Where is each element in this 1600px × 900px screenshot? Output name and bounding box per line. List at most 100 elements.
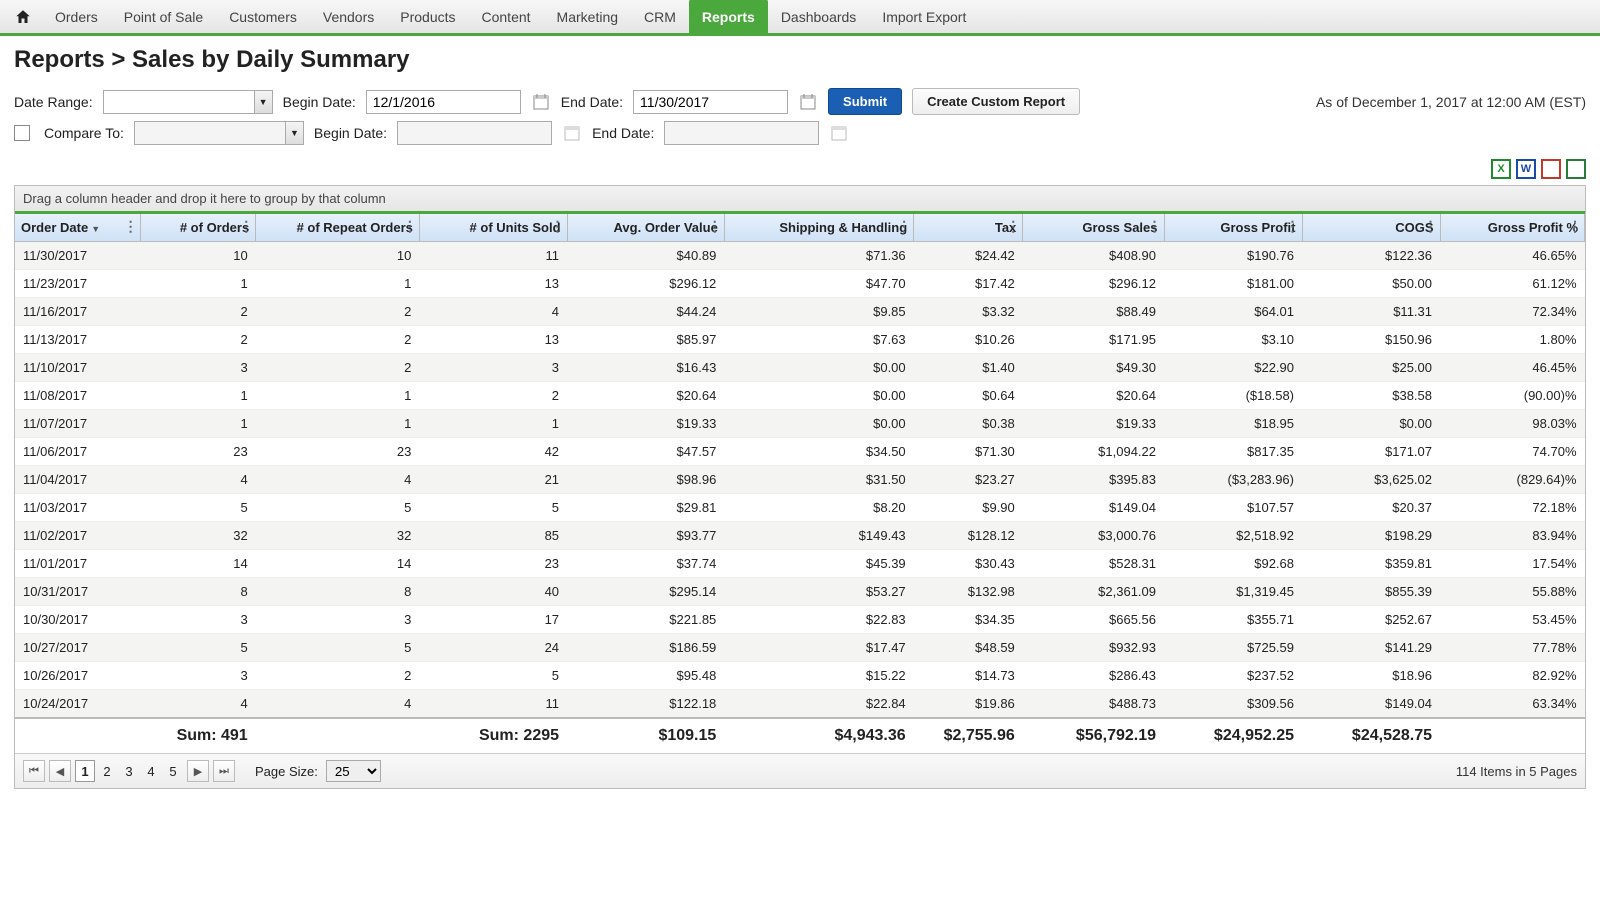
- nav-tab-crm[interactable]: CRM: [631, 0, 689, 35]
- cell-tax: $34.35: [914, 606, 1023, 634]
- nav-tab-content[interactable]: Content: [469, 0, 544, 35]
- cell-gprofit: $18.95: [1164, 410, 1302, 438]
- begin-date-input[interactable]: [366, 90, 521, 114]
- page-size-select[interactable]: 25: [326, 760, 381, 782]
- cell-cogs: $122.36: [1302, 242, 1440, 270]
- table-row[interactable]: 11/06/2017232342$47.57$34.50$71.30$1,094…: [15, 438, 1585, 466]
- cell-date: 10/30/2017: [15, 606, 140, 634]
- create-custom-report-button[interactable]: Create Custom Report: [912, 88, 1080, 115]
- cell-repeat: 4: [256, 690, 420, 719]
- column-menu-icon[interactable]: ⋮: [403, 219, 416, 233]
- page-2[interactable]: 2: [97, 760, 117, 782]
- column-menu-icon[interactable]: ⋮: [1286, 219, 1299, 233]
- table-row[interactable]: 11/01/2017141423$37.74$45.39$30.43$528.3…: [15, 550, 1585, 578]
- pager-first-icon[interactable]: ⏮: [23, 760, 45, 782]
- cell-gprofit: $107.57: [1164, 494, 1302, 522]
- col-cogs[interactable]: COGS⋮: [1302, 214, 1440, 242]
- pager-last-icon[interactable]: ⏭: [213, 760, 235, 782]
- table-row[interactable]: 10/30/20173317$221.85$22.83$34.35$665.56…: [15, 606, 1585, 634]
- cell-cogs: $855.39: [1302, 578, 1440, 606]
- calendar-icon[interactable]: [531, 92, 551, 112]
- cell-date: 11/13/2017: [15, 326, 140, 354]
- column-menu-icon[interactable]: ⋮: [1568, 219, 1581, 233]
- table-row[interactable]: 11/16/2017224$44.24$9.85$3.32$88.49$64.0…: [15, 298, 1585, 326]
- word-icon[interactable]: W: [1516, 159, 1536, 179]
- table-row[interactable]: 11/10/2017323$16.43$0.00$1.40$49.30$22.9…: [15, 354, 1585, 382]
- home-icon[interactable]: [12, 6, 34, 28]
- column-menu-icon[interactable]: ⋮: [239, 219, 252, 233]
- col-ship[interactable]: Shipping & Handling⋮: [724, 214, 913, 242]
- column-menu-icon[interactable]: ⋮: [124, 219, 137, 233]
- nav-tab-reports[interactable]: Reports: [689, 0, 768, 35]
- filter-row-1: Date Range: ▼ Begin Date: End Date: Subm…: [14, 88, 1586, 115]
- nav-tab-products[interactable]: Products: [387, 0, 468, 35]
- column-menu-icon[interactable]: ⋮: [708, 219, 721, 233]
- end-date-input[interactable]: [633, 90, 788, 114]
- col-orders[interactable]: # of Orders⋮: [140, 214, 256, 242]
- cell-repeat: 14: [256, 550, 420, 578]
- cell-ship: $34.50: [724, 438, 913, 466]
- page-1[interactable]: 1: [75, 760, 95, 782]
- table-row[interactable]: 11/03/2017555$29.81$8.20$9.90$149.04$107…: [15, 494, 1585, 522]
- column-menu-icon[interactable]: ⋮: [1148, 219, 1161, 233]
- date-range-select[interactable]: ▼: [103, 90, 273, 114]
- pager-prev-icon[interactable]: ◀: [49, 760, 71, 782]
- col-gpp[interactable]: Gross Profit %⋮: [1440, 214, 1585, 242]
- compare-checkbox[interactable]: [14, 125, 30, 141]
- begin-date-label: Begin Date:: [283, 94, 356, 110]
- cell-gpp: 74.70%: [1440, 438, 1585, 466]
- nav-tab-dashboards[interactable]: Dashboards: [768, 0, 870, 35]
- col-repeat[interactable]: # of Repeat Orders⋮: [256, 214, 420, 242]
- col-date[interactable]: Order Date▼⋮: [15, 214, 140, 242]
- table-row[interactable]: 10/31/20178840$295.14$53.27$132.98$2,361…: [15, 578, 1585, 606]
- compare-begin-label: Begin Date:: [314, 125, 387, 141]
- table-row[interactable]: 11/08/2017112$20.64$0.00$0.64$20.64($18.…: [15, 382, 1585, 410]
- cell-gpp: 72.34%: [1440, 298, 1585, 326]
- compare-label: Compare To:: [44, 125, 124, 141]
- submit-button[interactable]: Submit: [828, 88, 902, 115]
- nav-tab-customers[interactable]: Customers: [216, 0, 310, 35]
- table-row[interactable]: 11/07/2017111$19.33$0.00$0.38$19.33$18.9…: [15, 410, 1585, 438]
- col-gsales[interactable]: Gross Sales⋮: [1023, 214, 1164, 242]
- table-row[interactable]: 11/23/20171113$296.12$47.70$17.42$296.12…: [15, 270, 1585, 298]
- calendar-icon[interactable]: [798, 92, 818, 112]
- table-row[interactable]: 11/30/2017101011$40.89$71.36$24.42$408.9…: [15, 242, 1585, 270]
- excel-icon[interactable]: X: [1491, 159, 1511, 179]
- table-row[interactable]: 11/13/20172213$85.97$7.63$10.26$171.95$3…: [15, 326, 1585, 354]
- page-5[interactable]: 5: [163, 760, 183, 782]
- table-row[interactable]: 11/02/2017323285$93.77$149.43$128.12$3,0…: [15, 522, 1585, 550]
- col-tax[interactable]: Tax⋮: [914, 214, 1023, 242]
- group-bar[interactable]: Drag a column header and drop it here to…: [15, 186, 1585, 214]
- pdf-icon[interactable]: [1541, 159, 1561, 179]
- column-menu-icon[interactable]: ⋮: [1424, 219, 1437, 233]
- column-menu-icon[interactable]: ⋮: [551, 219, 564, 233]
- cell-avg: $186.59: [567, 634, 724, 662]
- footer-cell: $2,755.96: [914, 718, 1023, 753]
- sort-desc-icon: ▼: [91, 224, 100, 234]
- cell-repeat: 2: [256, 354, 420, 382]
- csv-icon[interactable]: [1566, 159, 1586, 179]
- column-menu-icon[interactable]: ⋮: [1006, 219, 1019, 233]
- chevron-down-icon[interactable]: ▼: [254, 91, 272, 113]
- nav-tab-orders[interactable]: Orders: [42, 0, 111, 35]
- page-3[interactable]: 3: [119, 760, 139, 782]
- cell-units: 85: [419, 522, 567, 550]
- nav-tab-import-export[interactable]: Import Export: [869, 0, 979, 35]
- col-gprofit[interactable]: Gross Profit⋮: [1164, 214, 1302, 242]
- nav-tab-marketing[interactable]: Marketing: [544, 0, 631, 35]
- table-row[interactable]: 10/24/20174411$122.18$22.84$19.86$488.73…: [15, 690, 1585, 719]
- cell-tax: $1.40: [914, 354, 1023, 382]
- cell-units: 5: [419, 662, 567, 690]
- cell-orders: 14: [140, 550, 256, 578]
- pager-next-icon[interactable]: ▶: [187, 760, 209, 782]
- col-units[interactable]: # of Units Sold⋮: [419, 214, 567, 242]
- table-row[interactable]: 10/26/2017325$95.48$15.22$14.73$286.43$2…: [15, 662, 1585, 690]
- table-row[interactable]: 11/04/20174421$98.96$31.50$23.27$395.83(…: [15, 466, 1585, 494]
- table-row[interactable]: 10/27/20175524$186.59$17.47$48.59$932.93…: [15, 634, 1585, 662]
- nav-tab-vendors[interactable]: Vendors: [310, 0, 387, 35]
- page-4[interactable]: 4: [141, 760, 161, 782]
- cell-units: 1: [419, 410, 567, 438]
- nav-tab-point-of-sale[interactable]: Point of Sale: [111, 0, 216, 35]
- col-avg[interactable]: Avg. Order Value⋮: [567, 214, 724, 242]
- column-menu-icon[interactable]: ⋮: [897, 219, 910, 233]
